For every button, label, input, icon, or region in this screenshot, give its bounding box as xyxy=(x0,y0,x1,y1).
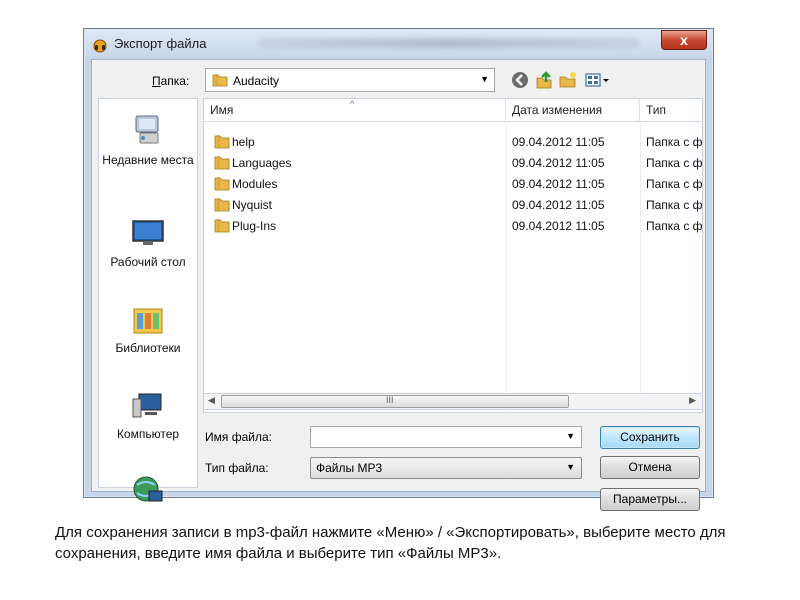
filetype-label: Тип файла: xyxy=(205,461,269,475)
filename-label: Имя файла: xyxy=(205,430,272,444)
places-bar: Недавние места Рабочий стол Библиотеки К… xyxy=(98,98,198,502)
audacity-icon xyxy=(93,39,107,53)
file-date: 09.04.2012 11:05 xyxy=(512,219,605,233)
folder-label: Папка: xyxy=(152,74,190,88)
file-type: Папка с ф xyxy=(646,198,703,212)
window-title: Экспорт файла xyxy=(114,36,207,51)
close-button[interactable]: x xyxy=(661,30,707,50)
table-row[interactable]: help 09.04.2012 11:05 Папка с ф xyxy=(204,132,702,153)
column-type-header[interactable]: Тип xyxy=(640,99,702,121)
scroll-grip: III xyxy=(386,395,394,405)
chevron-down-icon: ▼ xyxy=(480,74,489,84)
file-type: Папка с ф xyxy=(646,219,703,233)
title-bar-blur xyxy=(259,38,639,48)
instruction-caption: Для сохранения записи в mp3-файл нажмите… xyxy=(55,524,726,562)
file-type: Папка с ф xyxy=(646,156,703,170)
file-date: 09.04.2012 11:05 xyxy=(512,156,605,170)
place-label-recent: Недавние места xyxy=(102,153,194,167)
network-icon xyxy=(133,476,163,502)
place-label-desktop: Рабочий стол xyxy=(110,255,186,269)
place-desktop[interactable]: Рабочий стол xyxy=(99,219,197,269)
table-row[interactable]: Nyquist 09.04.2012 11:05 Папка с ф xyxy=(204,195,702,216)
filetype-select[interactable]: Файлы MP3 ▼ xyxy=(310,457,582,479)
filename-input[interactable]: ▼ xyxy=(310,426,582,448)
folder-icon xyxy=(214,198,230,212)
place-network[interactable] xyxy=(99,475,197,511)
title-bar[interactable]: Экспорт файла x xyxy=(84,29,713,59)
file-date: 09.04.2012 11:05 xyxy=(512,198,605,212)
file-name: Plug-Ins xyxy=(232,219,277,233)
file-type: Папка с ф xyxy=(646,177,703,191)
sort-ascending-icon: ^ xyxy=(350,99,355,109)
folder-icon xyxy=(214,135,230,149)
save-button[interactable]: Сохранить xyxy=(600,426,700,449)
libraries-icon xyxy=(133,308,163,334)
place-computer[interactable]: Компьютер xyxy=(99,391,197,441)
table-row[interactable]: Modules 09.04.2012 11:05 Папка с ф xyxy=(204,174,702,195)
table-row[interactable]: Languages 09.04.2012 11:05 Папка с ф xyxy=(204,153,702,174)
folder-combo[interactable]: Audacity ▼ xyxy=(205,68,495,92)
chevron-down-icon: ▼ xyxy=(566,462,575,472)
desktop-icon xyxy=(132,220,164,245)
file-date: 09.04.2012 11:05 xyxy=(512,177,605,191)
table-row[interactable]: Plug-Ins 09.04.2012 11:05 Папка с ф xyxy=(204,216,702,237)
place-label-libraries: Библиотеки xyxy=(115,341,181,355)
folder-label-rest: апка: xyxy=(160,74,190,88)
back-icon[interactable] xyxy=(510,70,530,90)
folder-icon xyxy=(214,156,230,170)
view-menu-icon[interactable] xyxy=(584,70,610,90)
scroll-right-icon[interactable]: ▶ xyxy=(689,395,696,406)
horizontal-scrollbar[interactable]: ◀ III ▶ xyxy=(203,393,703,410)
current-folder: Audacity xyxy=(233,74,280,88)
column-date-header[interactable]: Дата изменения xyxy=(506,99,640,121)
file-name: help xyxy=(232,135,255,149)
place-recent[interactable]: Недавние места xyxy=(99,113,197,167)
place-label-computer: Компьютер xyxy=(116,427,180,441)
file-name: Languages xyxy=(232,156,292,170)
new-folder-icon[interactable] xyxy=(558,70,578,90)
up-folder-icon[interactable] xyxy=(534,70,554,90)
scroll-thumb[interactable]: III xyxy=(221,395,569,408)
file-name: Modules xyxy=(232,177,278,191)
folder-icon xyxy=(214,219,230,233)
export-dialog: Экспорт файла x Папка: Audacity ▼ Недавн… xyxy=(83,28,714,511)
file-list-header: Имя ^ Дата изменения Тип xyxy=(204,99,702,122)
filetype-value: Файлы MP3 xyxy=(316,461,383,475)
file-date: 09.04.2012 11:05 xyxy=(512,135,605,149)
file-list[interactable]: Имя ^ Дата изменения Тип help 09.04.2012… xyxy=(203,98,703,413)
computer-icon xyxy=(132,393,162,418)
options-button[interactable]: Параметры... xyxy=(600,488,700,511)
column-name-header[interactable]: Имя ^ xyxy=(204,99,506,121)
folder-icon xyxy=(214,177,230,191)
folder-icon xyxy=(212,74,228,87)
cancel-button[interactable]: Отмена xyxy=(600,456,700,479)
recent-places-icon xyxy=(135,115,159,144)
scroll-left-icon[interactable]: ◀ xyxy=(208,395,215,406)
chevron-down-icon[interactable]: ▼ xyxy=(566,431,575,441)
file-name: Nyquist xyxy=(232,198,273,212)
place-libraries[interactable]: Библиотеки xyxy=(99,305,197,355)
dialog-body: Папка: Audacity ▼ Недавние места Рабочий… xyxy=(91,59,706,511)
file-type: Папка с ф xyxy=(646,135,703,149)
